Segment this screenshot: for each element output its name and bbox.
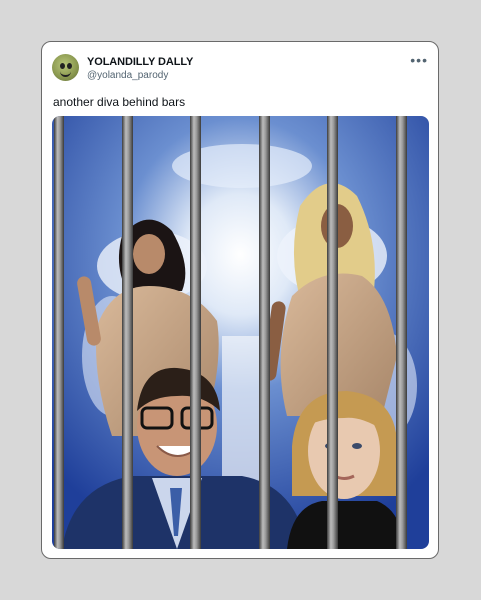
jail-bar [396, 116, 407, 549]
tweet-text: another diva behind bars [53, 95, 186, 109]
jail-collage-image [52, 116, 429, 549]
jail-bar [122, 116, 133, 549]
avatar-eye-right [67, 63, 72, 69]
tweet-card: YOLANDILLY DALLY @yolanda_parody ••• ano… [41, 41, 439, 559]
jail-bar [190, 116, 201, 549]
more-options-icon[interactable]: ••• [410, 52, 428, 68]
avatar-eye-left [60, 63, 65, 69]
jail-bar [327, 116, 338, 549]
tweet-image[interactable] [52, 116, 429, 549]
avatar[interactable] [52, 54, 79, 81]
jail-bar [54, 116, 64, 549]
woman-bottom-right [287, 391, 404, 549]
user-handle[interactable]: @yolanda_parody [87, 70, 168, 81]
avatar-mouth [60, 71, 71, 77]
display-name[interactable]: YOLANDILLY DALLY [87, 56, 193, 68]
jail-bar [259, 116, 270, 549]
